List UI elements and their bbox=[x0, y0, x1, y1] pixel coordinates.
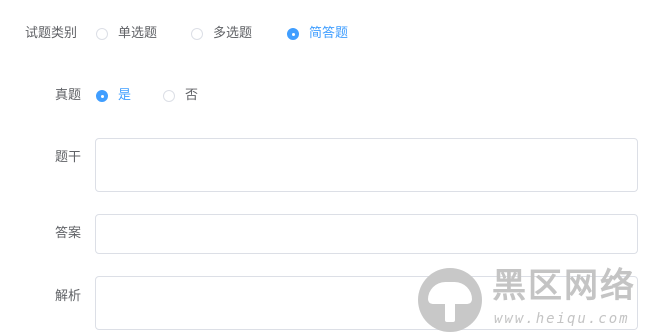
radio-label: 单选题 bbox=[118, 26, 158, 41]
radio-single-choice[interactable]: 单选题 bbox=[96, 26, 157, 42]
radio-label: 是 bbox=[118, 88, 132, 103]
radio-short-answer[interactable]: 简答题 bbox=[287, 26, 348, 42]
question-type-label: 试题类别 bbox=[25, 26, 78, 41]
analysis-textarea[interactable] bbox=[95, 276, 638, 330]
is-real-label: 真题 bbox=[55, 88, 82, 103]
radio-circle-icon bbox=[96, 90, 108, 102]
radio-multiple-choice[interactable]: 多选题 bbox=[191, 26, 252, 42]
radio-yes[interactable]: 是 bbox=[96, 88, 131, 104]
radio-label: 简答题 bbox=[309, 26, 349, 41]
radio-circle-icon bbox=[191, 28, 203, 40]
answer-label: 答案 bbox=[55, 226, 82, 241]
question-form: 试题类别 单选题 多选题 简答题 真题 是 否 题干 答案 解析 黑区网络 ww… bbox=[0, 0, 652, 335]
is-real-radio-group: 是 否 bbox=[96, 88, 216, 104]
question-type-radio-group: 单选题 多选题 简答题 bbox=[96, 26, 366, 42]
analysis-label: 解析 bbox=[55, 289, 82, 304]
radio-circle-icon bbox=[287, 28, 299, 40]
radio-label: 多选题 bbox=[213, 26, 253, 41]
radio-label: 否 bbox=[185, 88, 199, 103]
radio-no[interactable]: 否 bbox=[163, 88, 198, 104]
stem-label: 题干 bbox=[55, 150, 82, 165]
radio-circle-icon bbox=[96, 28, 108, 40]
stem-textarea[interactable] bbox=[95, 138, 638, 192]
radio-circle-icon bbox=[163, 90, 175, 102]
answer-textarea[interactable] bbox=[95, 214, 638, 254]
